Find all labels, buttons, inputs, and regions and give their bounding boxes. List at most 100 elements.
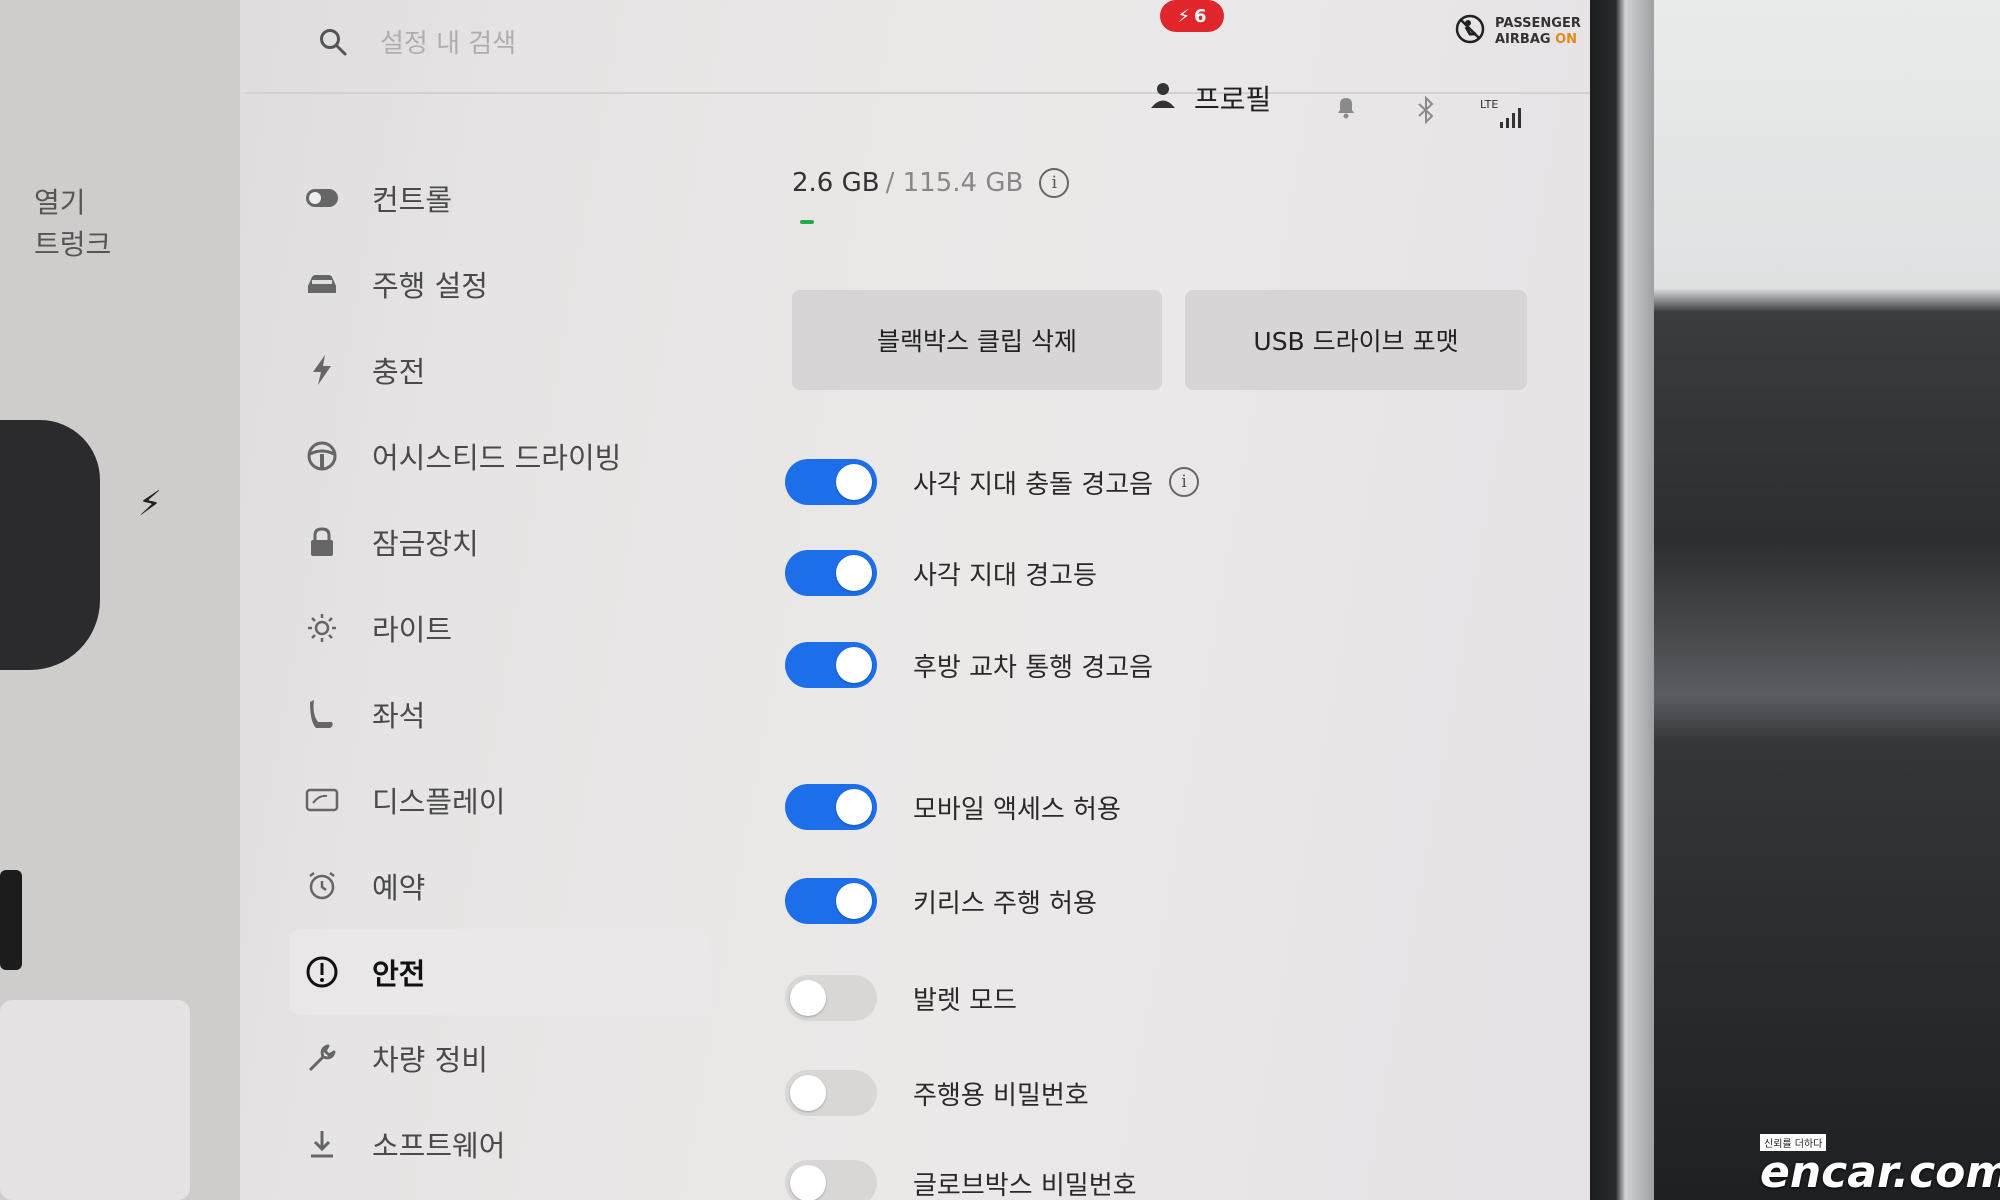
settings-search[interactable] [318,14,682,74]
bell-icon[interactable] [1334,94,1358,127]
search-input[interactable] [378,28,682,60]
toggle-label: 키리스 주행 허용 [913,888,1097,919]
car-card-panel [0,1000,190,1200]
car-icon [300,262,344,306]
settings-sidebar: 컨트롤 주행 설정 충전 어시스티드 드라이빙 잠금장치 라이트 좌석 디스플레… [290,155,720,1187]
car-shadow [0,870,22,970]
sidebar-item-display[interactable]: 디스플레이 [300,757,720,843]
toggle-row-mobile-access: 모바일 액세스 허용 [785,784,1121,830]
toggle-row-blind-spot-light: 사각 지대 경고등 [785,550,1097,596]
sidebar-item-assisted-driving[interactable]: 어시스티드 드라이빙 [300,413,720,499]
sidebar-item-seats[interactable]: 좌석 [300,671,720,757]
alarm-icon [300,864,344,908]
search-icon [318,27,348,61]
lte-label: LTE [1480,98,1499,111]
sidebar-item-controls[interactable]: 컨트롤 [300,155,720,241]
toggle-row-blind-spot-chime: 사각 지대 충돌 경고음 i [785,459,1200,505]
dashboard-background [1654,0,2000,1200]
toggle-knob [836,789,872,825]
toggle-row-glovebox-pin: 글로브박스 비밀번호 [785,1160,1137,1200]
alert-circle-icon [300,950,344,994]
storage-info: 2.6 GB / 115.4 GB i [792,168,1070,198]
rear-cross-traffic-toggle[interactable] [785,642,877,688]
sidebar-item-software[interactable]: 소프트웨어 [300,1101,720,1187]
sidebar-item-label: 디스플레이 [372,785,506,819]
airbag-state: ON [1555,31,1578,47]
keyless-driving-toggle[interactable] [785,878,877,924]
airbag-line1: PASSENGER [1495,15,1581,31]
watermark: 신뢰를 더하다 encar.com [1760,1132,2000,1195]
blind-spot-chime-toggle[interactable] [785,459,877,505]
sidebar-item-schedule[interactable]: 예약 [300,843,720,929]
pin-to-drive-toggle[interactable] [785,1070,877,1116]
sidebar-item-label: 어시스티드 드라이빙 [372,441,622,475]
car-image [0,420,100,670]
sidebar-item-lights[interactable]: 라이트 [300,585,720,671]
airbag-off-icon [1455,14,1485,49]
sidebar-item-charging[interactable]: 충전 [300,327,720,413]
toggle-row-pin-to-drive: 주행용 비밀번호 [785,1070,1089,1116]
lightning-icon [300,348,344,392]
storage-used: 2.6 GB [792,168,880,198]
toggle-label: 글로브박스 비밀번호 [913,1170,1137,1200]
sidebar-item-label: 라이트 [372,613,453,647]
profile-label: 프로필 [1194,83,1272,116]
car-visualization-panel: 열기 트렁크 ⚡ [0,0,240,1200]
toggle-label: 사각 지대 충돌 경고음 [913,469,1154,500]
watermark-logo: encar.com [1760,1147,2000,1198]
toggle-knob [836,883,872,919]
toggle-label: 사각 지대 경고등 [913,560,1097,591]
blind-spot-light-toggle[interactable] [785,550,877,596]
airbag-line2: AIRBAG [1495,31,1551,47]
screen-bezel [1590,0,1654,1200]
person-icon [1150,81,1176,116]
toggle-row-rear-cross-traffic: 후방 교차 통행 경고음 [785,642,1153,688]
glovebox-pin-toggle[interactable] [785,1160,877,1200]
sidebar-item-label: 안전 [372,957,426,991]
open-trunk-button[interactable]: 열기 트렁크 [34,182,111,266]
wrench-icon [300,1036,344,1080]
notification-badge[interactable]: ⚡ 6 [1160,0,1224,32]
bluetooth-icon[interactable] [1416,95,1436,131]
toggle-knob [836,647,872,683]
format-usb-button[interactable]: USB 드라이브 포맷 [1185,290,1527,390]
info-icon[interactable]: i [1169,467,1200,497]
passenger-airbag-status: PASSENGER AIRBAG ON [1455,14,1581,49]
toggle-knob [836,555,872,591]
sidebar-item-driving[interactable]: 주행 설정 [300,241,720,327]
signal-strength-icon [1498,104,1524,137]
sidebar-item-safety[interactable]: 안전 [290,929,710,1015]
sidebar-item-label: 주행 설정 [372,269,488,303]
delete-dashcam-clips-button[interactable]: 블랙박스 클립 삭제 [792,290,1162,390]
profile-button[interactable]: 프로필 [1150,78,1271,118]
open-label: 열기 [34,186,86,219]
valet-mode-toggle[interactable] [785,975,877,1021]
sidebar-item-label: 소프트웨어 [372,1129,506,1163]
sidebar-item-label: 잠금장치 [372,527,479,561]
toggle-label: 모바일 액세스 허용 [913,794,1121,825]
sidebar-item-label: 컨트롤 [372,183,453,217]
touchscreen: 열기 트렁크 ⚡ ⚡ 6 PASSENGER AIRBAG ON 프로필 [0,0,1590,1200]
charge-port-icon[interactable]: ⚡ [138,484,162,524]
steering-wheel-icon [300,434,344,478]
info-icon[interactable]: i [1039,168,1070,198]
toggle-label: 발렛 모드 [913,985,1017,1016]
sidebar-item-locks[interactable]: 잠금장치 [300,499,720,585]
toggle-row-valet-mode: 발렛 모드 [785,975,1017,1021]
toggle-row-keyless-driving: 키리스 주행 허용 [785,878,1097,924]
toggle-knob [790,980,826,1016]
toggle-icon [300,176,344,220]
toggle-label: 주행용 비밀번호 [913,1080,1089,1111]
sidebar-item-service[interactable]: 차량 정비 [300,1015,720,1101]
toggle-knob [790,1165,826,1200]
sidebar-item-label: 차량 정비 [372,1043,488,1077]
notification-count: 6 [1194,5,1207,27]
toggle-label: 후방 교차 통행 경고음 [913,652,1154,683]
download-icon [300,1122,344,1166]
lightning-icon: ⚡ [1177,5,1191,27]
seat-icon [300,692,344,736]
sidebar-item-label: 예약 [372,871,426,905]
sidebar-item-label: 좌석 [372,699,426,733]
mobile-access-toggle[interactable] [785,784,877,830]
storage-total: / 115.4 GB [885,168,1024,198]
